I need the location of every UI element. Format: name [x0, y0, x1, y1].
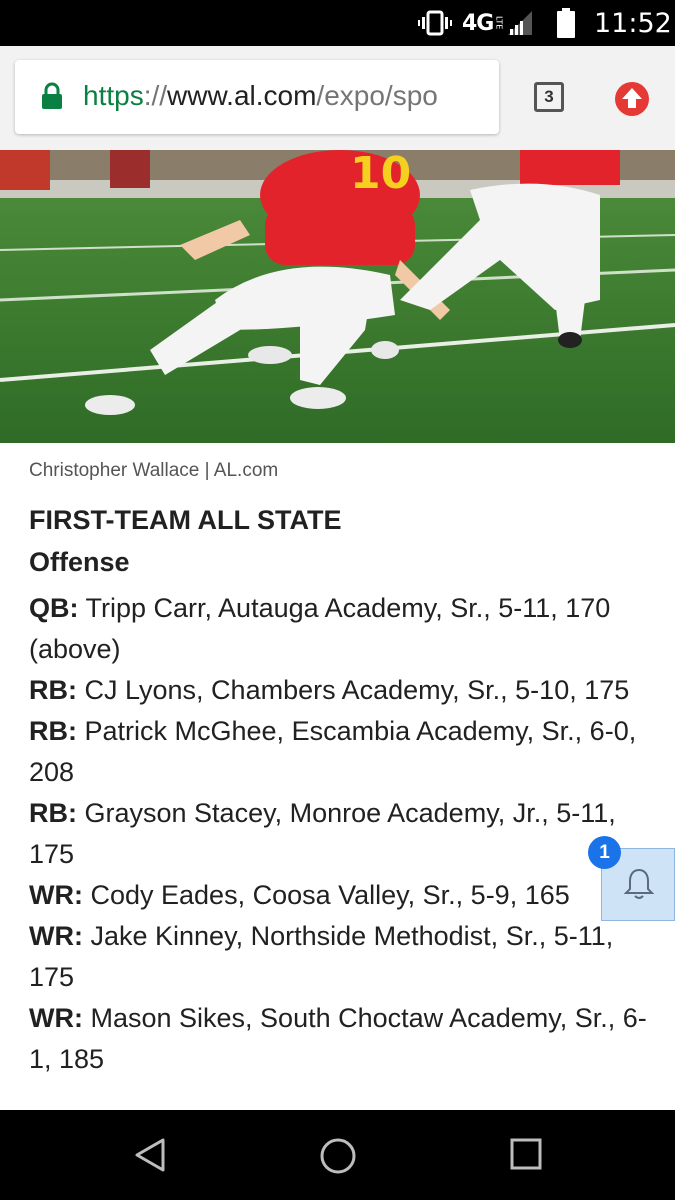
svg-text:10: 10	[350, 150, 411, 199]
tabs-icon[interactable]: 3	[534, 82, 564, 112]
list-item: RB: Patrick McGhee, Escambia Academy, Sr…	[29, 711, 649, 793]
list-item: RB: CJ Lyons, Chambers Academy, Sr., 5-1…	[29, 670, 649, 711]
article-subheading: Offense	[29, 547, 130, 577]
list-item: QB: Tripp Carr, Autauga Academy, Sr., 5-…	[29, 588, 649, 670]
photo-credit: Christopher Wallace | AL.com	[29, 460, 279, 481]
network-subtype: LTE	[494, 16, 504, 30]
url-text[interactable]: https://www.al.com/expo/spo	[83, 80, 438, 112]
list-item: WR: Cody Eades, Coosa Valley, Sr., 5-9, …	[29, 875, 649, 916]
player-details: Grayson Stacey, Monroe Academy, Jr., 5-1…	[29, 798, 616, 869]
article-heading: FIRST-TEAM ALL STATE	[29, 505, 342, 535]
player-details: Patrick McGhee, Escambia Academy, Sr., 6…	[29, 716, 637, 787]
tab-count: 3	[544, 87, 554, 106]
position-label: WR:	[29, 921, 83, 951]
url-separator: ://	[143, 80, 168, 111]
list-item: RB: Grayson Stacey, Monroe Academy, Jr.,…	[29, 793, 649, 875]
battery-icon	[556, 0, 576, 46]
player-details: Mason Sikes, South Choctaw Academy, Sr.,…	[29, 1003, 647, 1074]
position-label: WR:	[29, 880, 83, 910]
lock-icon	[41, 82, 63, 114]
recents-icon[interactable]	[509, 1137, 543, 1175]
network-type: 4G	[462, 10, 494, 36]
notification-badge: 1	[588, 836, 621, 869]
home-icon[interactable]	[319, 1137, 357, 1179]
player-details: Tripp Carr, Autauga Academy, Sr., 5-11, …	[29, 593, 611, 664]
url-path: /expo/spo	[316, 80, 438, 111]
upload-icon[interactable]	[614, 81, 650, 121]
browser-toolbar: https://www.al.com/expo/spo 3	[0, 46, 675, 150]
signal-icon	[508, 0, 532, 46]
player-details: Jake Kinney, Northside Methodist, Sr., 5…	[29, 921, 614, 992]
list-item: WR: Mason Sikes, South Choctaw Academy, …	[29, 998, 649, 1080]
position-label: WR:	[29, 1003, 83, 1033]
hero-photo: 10	[0, 150, 675, 443]
url-scheme: https	[83, 80, 144, 111]
player-details: CJ Lyons, Chambers Academy, Sr., 5-10, 1…	[77, 675, 630, 705]
back-icon[interactable]	[133, 1137, 167, 1177]
status-bar: 4G LTE 11:52	[0, 0, 675, 46]
address-bar[interactable]: https://www.al.com/expo/spo	[15, 60, 499, 134]
player-details: Cody Eades, Coosa Valley, Sr., 5-9, 165	[82, 880, 570, 910]
list-item: WR: Jake Kinney, Northside Methodist, Sr…	[29, 916, 649, 998]
position-label: RB:	[29, 798, 77, 828]
position-label: RB:	[29, 675, 77, 705]
vibrate-icon	[418, 0, 452, 46]
roster-list: QB: Tripp Carr, Autauga Academy, Sr., 5-…	[29, 588, 649, 1080]
network-4g-lte-icon: 4G LTE	[462, 0, 503, 46]
url-host: www.al.com	[167, 80, 317, 111]
navigation-bar	[0, 1110, 675, 1200]
bell-icon	[623, 867, 655, 905]
clock: 11:52	[594, 7, 672, 39]
position-label: RB:	[29, 716, 77, 746]
position-label: QB:	[29, 593, 79, 623]
